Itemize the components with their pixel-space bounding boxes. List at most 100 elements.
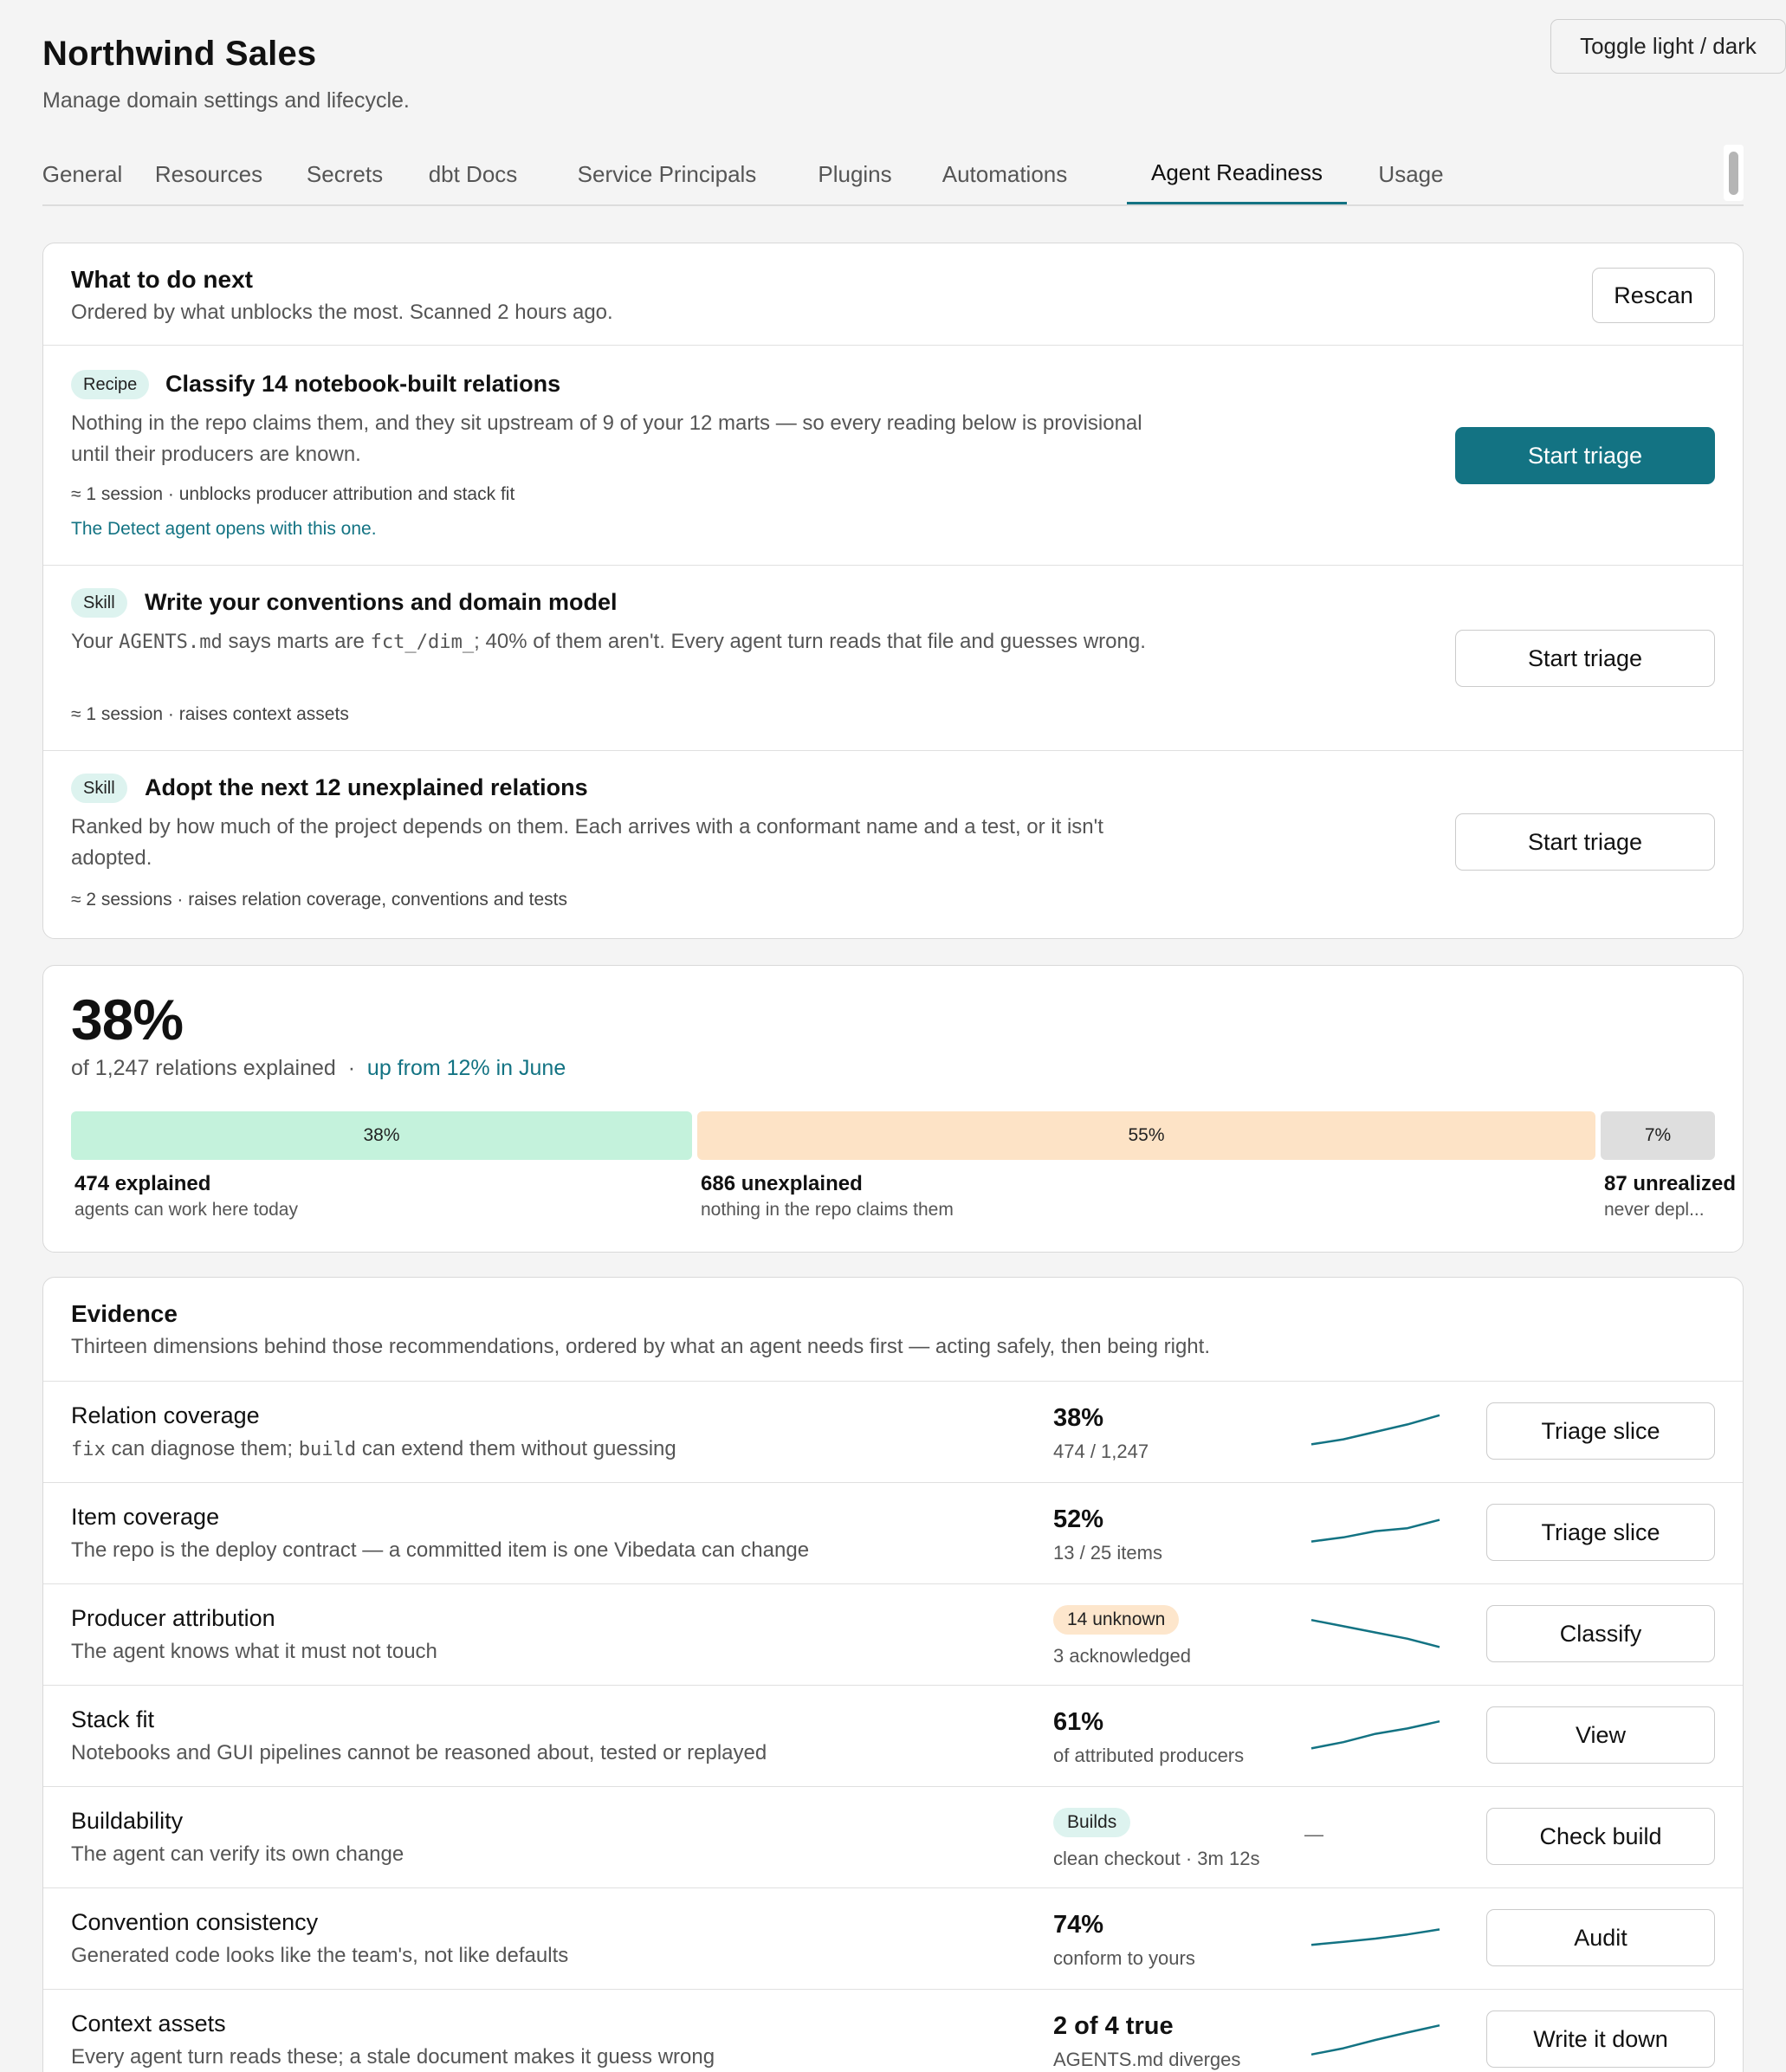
evidence-subtitle: Thirteen dimensions behind those recomme… [71, 1335, 1210, 1358]
evidence-row-relation-coverage: Relation coverage fix can diagnose them;… [43, 1382, 1743, 1483]
dimension-value: 61% [1053, 1708, 1104, 1736]
dimension-name: Context assets [71, 2010, 226, 2036]
unrealized-segment: 7% [1601, 1111, 1715, 1160]
dimension-name: Relation coverage [71, 1402, 260, 1428]
dimension-desc: The agent knows what it must not touch [71, 1640, 437, 1663]
sparkline-path [1310, 1719, 1440, 1750]
recommendation-description: Nothing in the repo claims them, and the… [71, 411, 1142, 466]
recommendation-meta: ≈ 1 session · raises context assets [71, 704, 349, 724]
dimension-detail: of attributed producers [1053, 1745, 1245, 1766]
unrealized-label: 87 unrealized [1604, 1172, 1737, 1195]
dimension-detail: 3 acknowledged [1053, 1645, 1192, 1667]
start-triage-button[interactable]: Start triage [1455, 813, 1715, 871]
recommendation-meta: ≈ 1 session · unblocks producer attribut… [71, 484, 515, 504]
write-it-down-button[interactable]: Write it down [1486, 2010, 1715, 2068]
trend-sparkline [1310, 1414, 1440, 1446]
tab-secrets[interactable]: Secrets [297, 144, 392, 204]
recipe-badge: Recipe [71, 370, 150, 399]
tab-general[interactable]: General [42, 144, 123, 204]
tab-scrollbar[interactable] [1724, 145, 1744, 201]
evidence-row-producer-attribution: Producer attribution The agent knows wha… [43, 1584, 1743, 1686]
recommendation-item: Skill Adopt the next 12 unexplained rela… [43, 751, 1743, 938]
coverage-card: 38% of 1,247 relations explained · up fr… [42, 965, 1744, 1253]
dimension-desc: Notebooks and GUI pipelines cannot be re… [71, 1741, 767, 1764]
next-steps-card: What to do next Ordered by what unblocks… [42, 243, 1744, 939]
dimension-value: 2 of 4 true [1053, 2012, 1174, 2040]
evidence-title: Evidence [71, 1300, 178, 1327]
sparkline-path [1310, 2023, 1440, 2056]
tab-bar: General Resources Secrets dbt Docs Servi… [42, 144, 1744, 206]
sparkline-path [1310, 1414, 1440, 1446]
dimension-desc: Every agent turn reads these; a stale do… [71, 2045, 715, 2069]
unexplained-desc: nothing in the repo claims them [701, 1200, 954, 1220]
tab-resources[interactable]: Resources [147, 144, 270, 204]
dimension-value: 38% [1053, 1404, 1104, 1432]
dimension-value: 74% [1053, 1911, 1104, 1939]
recommendation-item: Skill Write your conventions and domain … [43, 566, 1743, 751]
triage-slice-button[interactable]: Triage slice [1486, 1402, 1715, 1460]
trend-sparkline [1310, 1928, 1440, 1946]
trend-sparkline [1310, 1719, 1440, 1750]
rescan-button[interactable]: Rescan [1592, 268, 1715, 323]
sparkline-path [1310, 1518, 1440, 1543]
recommendation-item: Recipe Classify 14 notebook-built relati… [43, 346, 1743, 566]
dimension-detail: 13 / 25 items [1053, 1542, 1162, 1564]
trend-sparkline [1310, 1518, 1440, 1543]
tab-plugins[interactable]: Plugins [809, 144, 901, 204]
tab-usage[interactable]: Usage [1368, 144, 1454, 204]
tab-dbt-docs[interactable]: dbt Docs [420, 144, 526, 204]
unexplained-label: 686 unexplained [701, 1172, 863, 1195]
prefix-code: fct_/dim_ [370, 631, 475, 653]
dimension-name: Convention consistency [71, 1909, 319, 1935]
classify-button[interactable]: Classify [1486, 1605, 1715, 1662]
evidence-row-buildability: Buildability The agent can verify its ow… [43, 1787, 1743, 1888]
unrealized-desc: never depl... [1604, 1200, 1705, 1220]
audit-button[interactable]: Audit [1486, 1909, 1715, 1966]
sparkline-path [1310, 1928, 1440, 1946]
view-button[interactable]: View [1486, 1706, 1715, 1764]
page-subtitle: Manage domain settings and lifecycle. [42, 88, 410, 113]
dimension-detail: clean checkout · 3m 12s [1053, 1848, 1260, 1869]
evidence-header: Evidence Thirteen dimensions behind thos… [43, 1278, 1743, 1382]
dimension-value: 52% [1053, 1505, 1104, 1533]
evidence-row-stack-fit: Stack fit Notebooks and GUI pipelines ca… [43, 1686, 1743, 1787]
theme-toggle-button[interactable]: Toggle light / dark [1550, 19, 1786, 74]
dimension-name: Item coverage [71, 1504, 220, 1530]
builds-pill: Builds [1053, 1808, 1131, 1837]
evidence-row-item-coverage: Item coverage The repo is the deploy con… [43, 1483, 1743, 1584]
explained-desc: agents can work here today [74, 1200, 298, 1220]
tab-automations[interactable]: Automations [928, 144, 1082, 204]
recommendation-note: The Detect agent opens with this one. [71, 519, 377, 539]
recommendation-title: Classify 14 notebook-built relations [165, 371, 561, 397]
coverage-trend: up from 12% in June [366, 1056, 566, 1080]
dimension-desc: Generated code looks like the team's, no… [71, 1944, 569, 1967]
dimension-desc: The agent can verify its own change [71, 1842, 404, 1866]
next-steps-title: What to do next [71, 266, 253, 293]
dimension-detail: AGENTS.md diverges [1053, 2049, 1241, 2070]
next-steps-header: What to do next Ordered by what unblocks… [43, 243, 1743, 346]
agents-md-code: AGENTS.md [119, 631, 223, 653]
start-triage-button[interactable]: Start triage [1455, 630, 1715, 687]
unexplained-segment: 55% [697, 1111, 1595, 1160]
next-steps-subtitle: Ordered by what unblocks the most. Scann… [71, 301, 613, 324]
page-title: Northwind Sales [42, 35, 317, 73]
check-build-button[interactable]: Check build [1486, 1808, 1715, 1865]
dimension-name: Producer attribution [71, 1605, 275, 1631]
unknown-pill: 14 unknown [1053, 1605, 1180, 1635]
triage-slice-button[interactable]: Triage slice [1486, 1504, 1715, 1561]
coverage-summary: of 1,247 relations explained · up from 1… [71, 1056, 566, 1080]
evidence-row-context-assets: Context assets Every agent turn reads th… [43, 1990, 1743, 2072]
evidence-card: Evidence Thirteen dimensions behind thos… [42, 1277, 1744, 2072]
trend-sparkline [1310, 1618, 1440, 1648]
dimension-detail: 474 / 1,247 [1053, 1441, 1149, 1462]
start-triage-button[interactable]: Start triage [1455, 427, 1715, 484]
skill-badge: Skill [71, 588, 127, 618]
coverage-percent: 38% [71, 987, 184, 1052]
tab-agent-readiness[interactable]: Agent Readiness [1127, 144, 1347, 204]
tab-service-principals[interactable]: Service Principals [552, 144, 782, 204]
dimension-desc: fix can diagnose them; build can extend … [71, 1437, 676, 1460]
evidence-row-convention-consistency: Convention consistency Generated code lo… [43, 1888, 1743, 1990]
recommendation-title: Adopt the next 12 unexplained relations [145, 774, 588, 800]
sparkline-path [1310, 1618, 1440, 1648]
explained-segment: 38% [71, 1111, 692, 1160]
